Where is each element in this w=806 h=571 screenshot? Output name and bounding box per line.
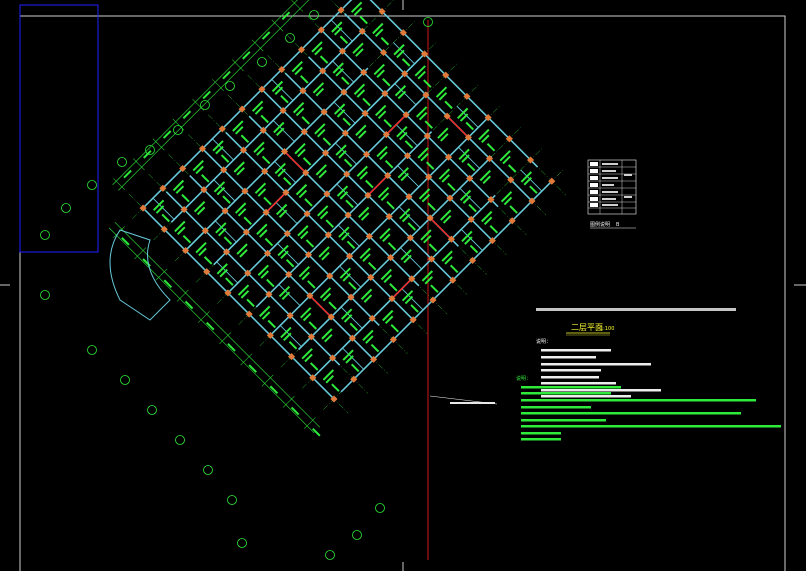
legend-title: 图例说明 [590, 221, 610, 228]
notes-heading: 说明： [536, 338, 551, 345]
plan-title: 二层平面 [571, 323, 603, 332]
leader-note [450, 402, 495, 404]
general-note-line [536, 308, 736, 311]
cad-drawing-canvas[interactable]: 图例说明 B 二层平面 1:100 说明： 说明： [0, 0, 806, 571]
plan-scale: 1:100 [600, 326, 614, 332]
background [0, 0, 806, 571]
notes-heading-2: 说明： [516, 375, 531, 382]
legend-mark: B [616, 222, 620, 228]
